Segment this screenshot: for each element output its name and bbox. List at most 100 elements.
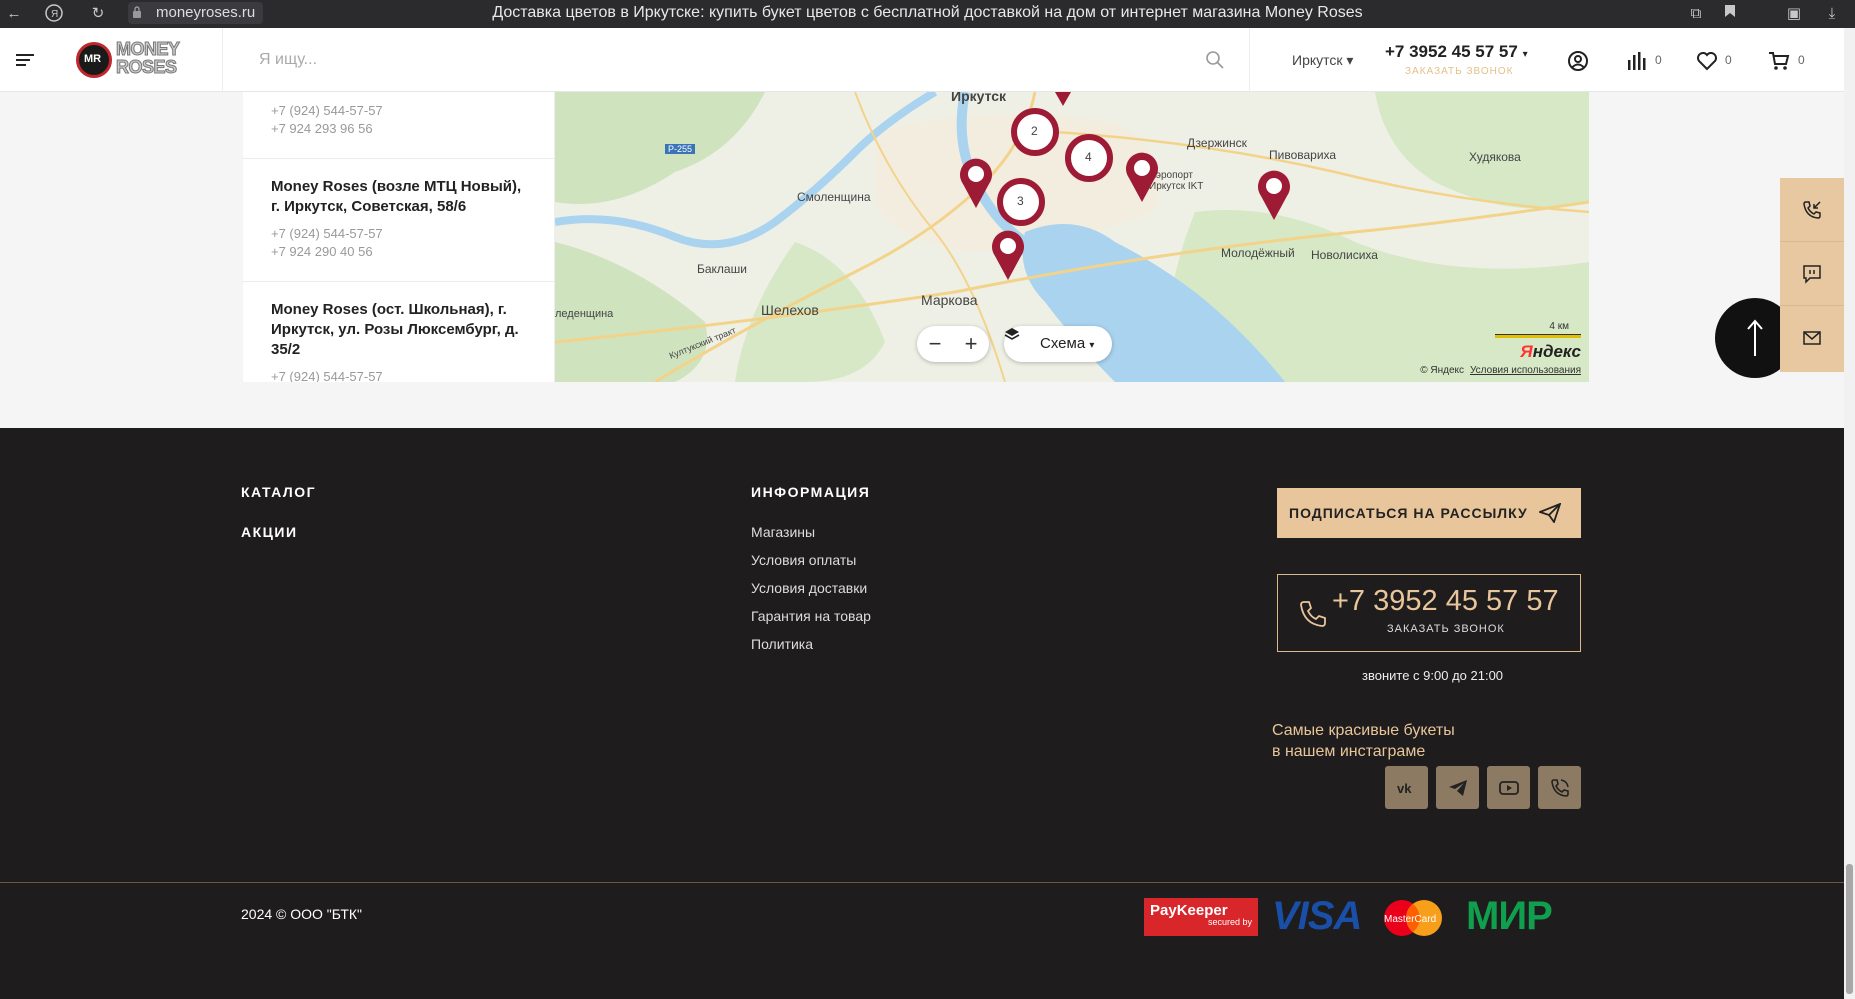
browser-bar: ← Я ↻ moneyroses.ru Доставка цветов в Ир…: [0, 0, 1855, 28]
store-phone[interactable]: +7 (924) 544-57-57: [271, 225, 526, 243]
email-float-button[interactable]: [1780, 306, 1844, 370]
telegram-button[interactable]: [1436, 766, 1479, 809]
youtube-icon: [1499, 781, 1519, 795]
city-select[interactable]: Иркутск ▾: [1292, 52, 1353, 69]
download-icon[interactable]: ⤓: [1822, 4, 1842, 24]
footer-link-payment[interactable]: Условия оплаты: [751, 552, 856, 568]
map-scale-label: 4 км: [1549, 321, 1569, 332]
footer-phone-number[interactable]: +7 3952 45 57 57: [1332, 585, 1559, 618]
working-hours: звоните с 9:00 до 21:00: [1362, 668, 1504, 683]
map-pin-marker[interactable]: [987, 226, 1029, 282]
map-label: Пивовариха: [1269, 148, 1337, 162]
map-terms-link[interactable]: Условия использования: [1470, 365, 1581, 376]
map-type-button[interactable]: Схема ▾: [1004, 326, 1112, 362]
yandex-map[interactable]: Иркутск Дзержинск Пивовариха Худякова См…: [555, 92, 1589, 382]
phone-incoming-icon: [1803, 201, 1821, 219]
search-icon[interactable]: [1205, 50, 1225, 70]
footer-catalog-link[interactable]: КАТАЛОГ: [241, 484, 316, 500]
back-icon[interactable]: ←: [4, 4, 24, 24]
cart-icon[interactable]: [1768, 50, 1790, 72]
callback-float-button[interactable]: [1780, 178, 1844, 242]
header-callback-link[interactable]: ЗАКАЗАТЬ ЗВОНОК: [1405, 66, 1513, 77]
cluster-count: 4: [1085, 150, 1092, 164]
svg-text:Я: Я: [51, 9, 58, 20]
send-icon: [1539, 503, 1561, 523]
viber-button[interactable]: [1538, 766, 1581, 809]
map-pin-marker[interactable]: [1053, 92, 1073, 106]
footer-promo-link[interactable]: АКЦИИ: [241, 524, 298, 540]
footer-link-stores[interactable]: Магазины: [751, 524, 815, 540]
header-phone[interactable]: +7 3952 45 57 57 ▾: [1385, 42, 1528, 62]
map-label: леденщина: [555, 308, 614, 320]
zoom-control: − +: [917, 326, 989, 362]
store-phone[interactable]: +7 (924) 544-57-57: [271, 368, 526, 382]
yandex-logo[interactable]: Яндекс: [1520, 342, 1581, 362]
footer-callback-link[interactable]: ЗАКАЗАТЬ ЗВОНОК: [1387, 623, 1505, 635]
map-label: Молодёжный: [1221, 246, 1295, 260]
footer-link-delivery[interactable]: Условия доставки: [751, 580, 867, 596]
subscribe-button[interactable]: ПОДПИСАТЬСЯ НА РАССЫЛКУ: [1277, 488, 1581, 538]
cart-count: 0: [1798, 53, 1805, 67]
phone-icon: [1300, 601, 1326, 627]
reload-icon[interactable]: ↻: [88, 4, 108, 24]
chat-icon: [1803, 265, 1821, 284]
telegram-icon: [1449, 780, 1467, 796]
yandex-icon[interactable]: Я: [44, 4, 64, 24]
search-box: [222, 28, 1250, 92]
visa-logo: VISA: [1272, 894, 1362, 938]
logo[interactable]: MONEYROSES: [76, 38, 196, 82]
map-scale-bar: [1495, 334, 1581, 338]
store-list[interactable]: +7 (924) 544-57-57 +7 924 293 96 56 Mone…: [243, 92, 555, 382]
page-title: Доставка цветов в Иркутске: купить букет…: [492, 4, 1363, 21]
compare-icon[interactable]: [1626, 50, 1648, 72]
contact-floating-panel: [1780, 178, 1844, 372]
store-phone[interactable]: +7 (924) 544-57-57: [271, 102, 526, 120]
map-label: Смоленщина: [797, 190, 871, 204]
mail-icon: [1803, 331, 1821, 345]
store-phone[interactable]: +7 924 293 96 56: [271, 120, 526, 138]
page-scrollbar[interactable]: [1844, 28, 1855, 999]
menu-icon[interactable]: [16, 54, 34, 66]
footer-link-guarantee[interactable]: Гарантия на товар: [751, 608, 871, 624]
zoom-in-button[interactable]: +: [953, 326, 989, 362]
store-item[interactable]: Money Roses (ост. Школьная), г. Иркутск,…: [243, 282, 554, 382]
map-pin-marker[interactable]: [1121, 148, 1163, 204]
favorites-count: 0: [1725, 53, 1732, 67]
vk-icon: vk: [1397, 781, 1412, 796]
zoom-out-button[interactable]: −: [917, 326, 953, 362]
store-item[interactable]: +7 (924) 544-57-57 +7 924 293 96 56: [243, 92, 554, 159]
map-pin-marker[interactable]: [955, 154, 997, 210]
site-footer: КАТАЛОГ АКЦИИ ИНФОРМАЦИЯ Магазины Услови…: [0, 428, 1844, 999]
vk-button[interactable]: vk: [1385, 766, 1428, 809]
map-label: Новолисиха: [1311, 248, 1378, 262]
paykeeper-logo: PayKeeper secured by: [1144, 898, 1258, 936]
chat-float-button[interactable]: [1780, 242, 1844, 306]
heart-icon[interactable]: [1696, 50, 1718, 72]
search-input[interactable]: [259, 46, 1159, 74]
svg-text:MasterCard: MasterCard: [1384, 914, 1436, 925]
extensions-icon[interactable]: ⧉: [1686, 4, 1706, 24]
account-icon[interactable]: [1567, 50, 1589, 72]
address-bar[interactable]: moneyroses.ru: [128, 2, 264, 24]
store-phone[interactable]: +7 924 290 40 56: [271, 243, 526, 261]
copyright: 2024 © ООО "БТК": [241, 906, 363, 922]
footer-link-policy[interactable]: Политика: [751, 636, 813, 652]
bookmark-icon[interactable]: [1720, 4, 1740, 24]
scrollbar-thumb[interactable]: [1846, 864, 1853, 994]
footer-phone-box[interactable]: +7 3952 45 57 57 ЗАКАЗАТЬ ЗВОНОК: [1277, 574, 1581, 652]
collections-icon[interactable]: ▣: [1784, 4, 1804, 24]
map-copyright: © Яндекс Условия использования: [1420, 365, 1581, 376]
map-label: Худякова: [1469, 150, 1521, 164]
store-item[interactable]: Money Roses (возле МТЦ Новый), г. Иркутс…: [243, 159, 554, 282]
map-label: Шелехов: [761, 302, 819, 318]
youtube-button[interactable]: [1487, 766, 1530, 809]
map-pin-marker[interactable]: [1253, 166, 1295, 222]
cluster-count: 3: [1017, 194, 1024, 208]
store-name: Money Roses (ост. Школьная), г. Иркутск,…: [271, 301, 519, 358]
footer-info-heading: ИНФОРМАЦИЯ: [751, 484, 871, 500]
store-name: Money Roses (возле МТЦ Новый), г. Иркутс…: [271, 178, 522, 215]
arrow-up-icon: [1747, 319, 1763, 356]
layers-icon: [1004, 328, 1020, 340]
mir-logo: МИР: [1466, 894, 1553, 938]
map-label: Баклаши: [697, 262, 747, 276]
